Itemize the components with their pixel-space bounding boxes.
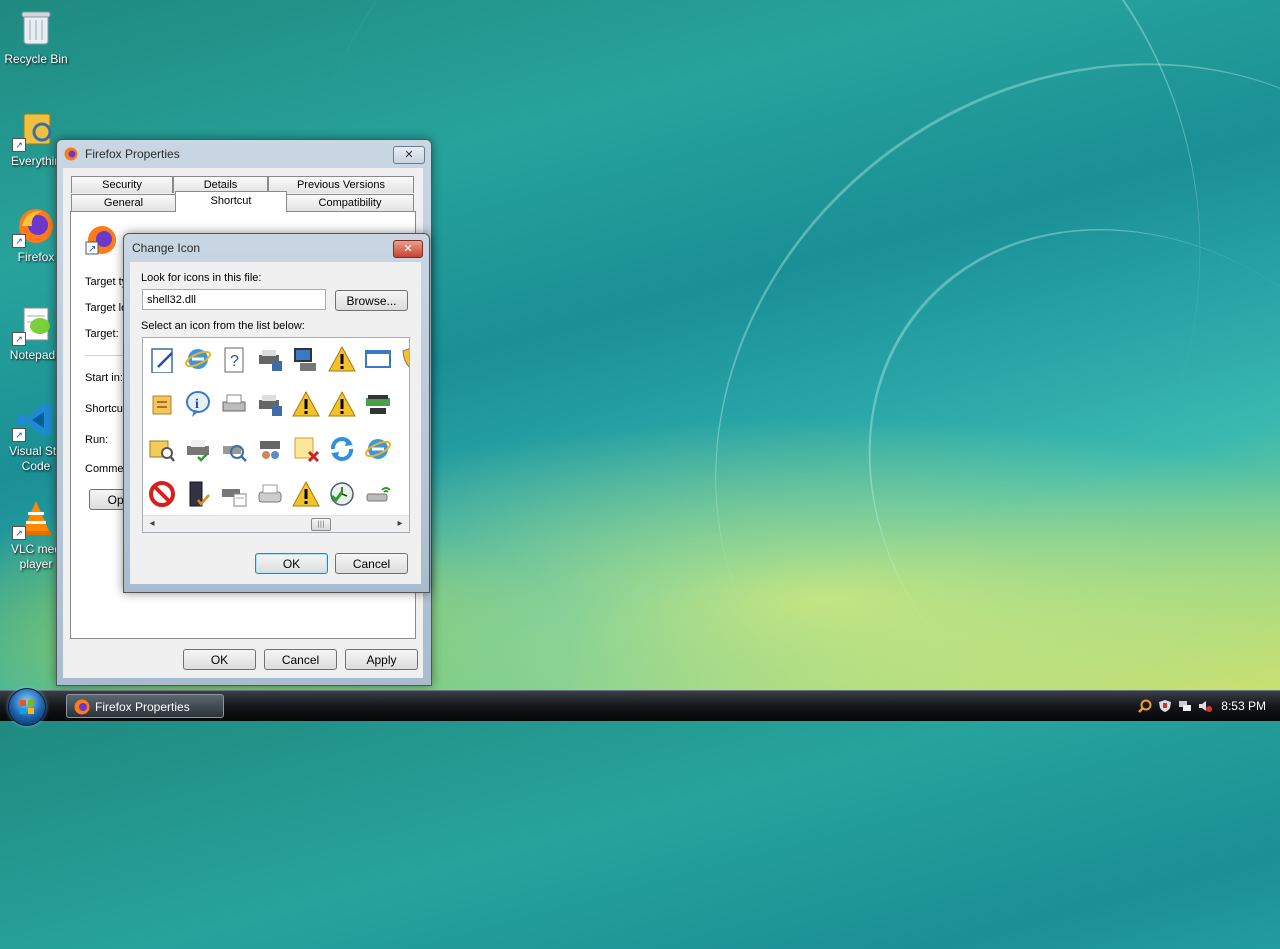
refresh-icon[interactable]: [325, 432, 359, 466]
system-tray: 8:53 PM: [1130, 691, 1280, 721]
printer-document-icon[interactable]: [217, 477, 251, 511]
taskbar-button-firefox-properties[interactable]: Firefox Properties: [66, 694, 224, 718]
svg-text:?: ?: [230, 353, 239, 370]
dialog-ok-button[interactable]: OK: [255, 553, 328, 574]
dialog-cancel-button[interactable]: Cancel: [335, 553, 408, 574]
change-icon-dialog: Change Icon ✕ Look for icons in this fil…: [123, 233, 430, 593]
desktop-icon-recycle-bin[interactable]: Recycle Bin: [0, 8, 72, 67]
ok-button[interactable]: OK: [183, 649, 256, 670]
close-button[interactable]: ✕: [393, 240, 423, 258]
blocked-icon[interactable]: [145, 477, 179, 511]
folder-search-icon[interactable]: [145, 432, 179, 466]
clock[interactable]: 8:53 PM: [1221, 691, 1266, 721]
partial-icon[interactable]: [397, 477, 409, 511]
shield-icon[interactable]: [397, 342, 409, 376]
dialog-title: Change Icon: [132, 241, 201, 255]
shortcut-arrow-icon: ↗: [12, 332, 26, 346]
shortcut-arrow-icon: ↗: [12, 234, 26, 248]
target-location-label: Target lo: [85, 302, 128, 314]
start-button[interactable]: [8, 688, 46, 726]
firefox-icon: [64, 147, 78, 161]
look-for-icons-label: Look for icons in this file:: [141, 272, 262, 284]
warning-icon[interactable]: [325, 342, 359, 376]
search-tray-icon[interactable]: [1138, 699, 1152, 713]
tab-general[interactable]: General: [71, 194, 176, 211]
wireless-usb-icon[interactable]: [361, 477, 395, 511]
vscode-icon: ↗: [12, 400, 56, 442]
network-hardware-icon[interactable]: [361, 387, 395, 421]
svg-text:i: i: [195, 397, 199, 412]
shortcut-key-label: Shortcut: [85, 403, 126, 415]
scroll-thumb[interactable]: |||: [311, 518, 331, 531]
desktop-icon-label: Recycle Bin: [4, 52, 68, 66]
network-printer-icon[interactable]: [253, 387, 287, 421]
security-center-icon[interactable]: [1158, 699, 1172, 713]
firefox-icon: ↗: [12, 206, 56, 248]
volume-muted-icon[interactable]: [1198, 699, 1212, 713]
printer-check-icon[interactable]: [181, 432, 215, 466]
network-printer-icon[interactable]: [253, 342, 287, 376]
svg-text:↗: ↗: [88, 244, 96, 255]
scroll-right-arrow-icon[interactable]: ▸: [393, 516, 407, 532]
everything-search-icon: ↗: [12, 110, 56, 152]
icon-list[interactable]: ? i ◂ ||| ▸: [142, 337, 410, 533]
tab-security[interactable]: Security: [71, 176, 173, 193]
browse-button[interactable]: Browse...: [335, 290, 408, 311]
target-label: Target:: [85, 328, 119, 340]
dialog-client-area: Look for icons in this file: shell32.dll…: [130, 262, 421, 584]
tab-compatibility[interactable]: Compatibility: [286, 194, 414, 211]
tab-shortcut[interactable]: Shortcut: [175, 191, 287, 212]
horizontal-scrollbar[interactable]: ◂ ||| ▸: [143, 515, 409, 532]
shortcut-arrow-icon: ↗: [12, 138, 26, 152]
notepad-plus-plus-icon: ↗: [12, 304, 56, 346]
warning-icon[interactable]: [325, 387, 359, 421]
taskbar: Firefox Properties 8:53 PM: [0, 688, 1280, 726]
taskbar-button-label: Firefox Properties: [95, 700, 190, 714]
network-icon[interactable]: [1178, 699, 1192, 713]
icon-file-input[interactable]: shell32.dll: [142, 289, 326, 310]
edit-document-icon[interactable]: [145, 342, 179, 376]
partial-icon[interactable]: [397, 387, 409, 421]
warning-icon[interactable]: [289, 387, 323, 421]
network-users-icon[interactable]: [253, 432, 287, 466]
icon-grid: ? i: [143, 338, 409, 516]
clock-check-icon[interactable]: [325, 477, 359, 511]
scroll-left-arrow-icon[interactable]: ◂: [145, 516, 159, 532]
internet-explorer-icon[interactable]: [361, 432, 395, 466]
target-type-label: Target ty: [85, 276, 128, 288]
fax-icon[interactable]: [253, 477, 287, 511]
tab-previous-versions[interactable]: Previous Versions: [268, 176, 414, 193]
run-label: Run:: [85, 434, 109, 446]
help-document-icon[interactable]: ?: [217, 342, 251, 376]
search-printer-icon[interactable]: [217, 432, 251, 466]
stacked-list-icon[interactable]: [145, 387, 179, 421]
window-title: Firefox Properties: [85, 147, 180, 161]
recycle-bin-icon: [16, 8, 56, 48]
shortcut-arrow-icon: ↗: [12, 526, 26, 540]
cancel-button[interactable]: Cancel: [264, 649, 337, 670]
warning-icon[interactable]: [289, 477, 323, 511]
server-check-icon[interactable]: [181, 477, 215, 511]
partial-icon[interactable]: [397, 432, 409, 466]
start-in-label: Start in:: [85, 372, 123, 384]
firefox-shortcut-icon: ↗: [85, 226, 116, 255]
window-titlebar[interactable]: Firefox Properties ✕: [57, 140, 431, 168]
computer-monitor-icon[interactable]: [289, 342, 323, 376]
firefox-icon: [74, 699, 90, 715]
apply-button[interactable]: Apply: [345, 649, 418, 670]
window-icon[interactable]: [361, 342, 395, 376]
dialog-titlebar[interactable]: Change Icon ✕: [124, 234, 429, 262]
folder-delete-icon[interactable]: [289, 432, 323, 466]
shortcut-arrow-icon: ↗: [12, 428, 26, 442]
information-icon[interactable]: i: [181, 387, 215, 421]
internet-explorer-icon[interactable]: [181, 342, 215, 376]
select-icon-label: Select an icon from the list below:: [141, 320, 305, 332]
close-button[interactable]: ✕: [393, 146, 425, 164]
printer-icon[interactable]: [217, 387, 251, 421]
vlc-icon: ↗: [12, 498, 56, 540]
